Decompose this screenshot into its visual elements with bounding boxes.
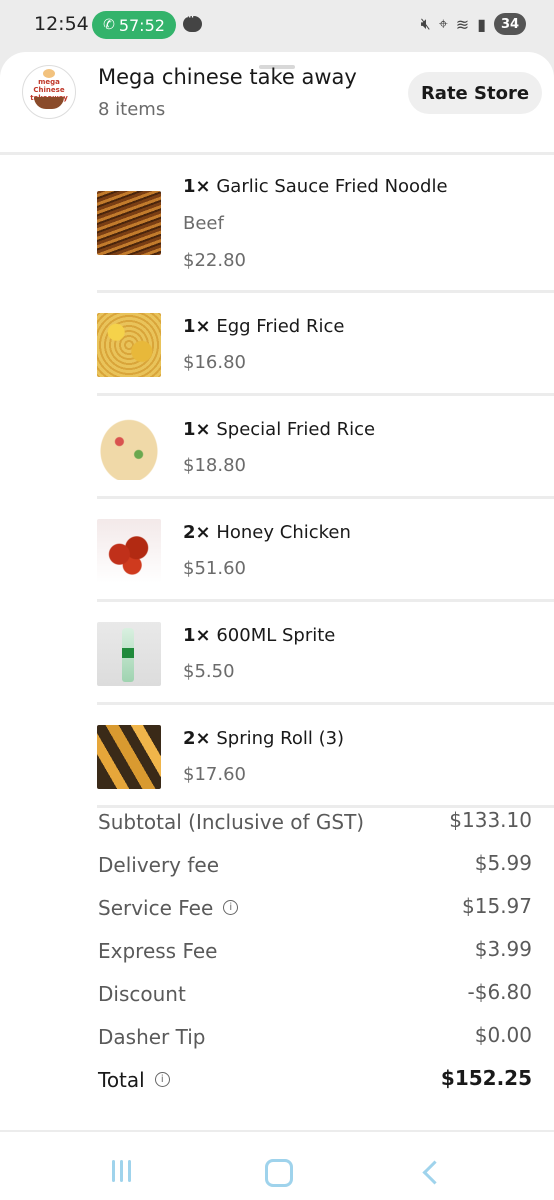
order-receipt-screen: 12:54 ✆ 57:52 🔇︎ ⌖ ≋ ▮ 34 mega Chinese t… — [0, 0, 554, 1200]
delivery-fee-row: Delivery fee $5.99 — [0, 851, 554, 896]
item-name: 1× Egg Fried Rice — [183, 316, 345, 337]
subtotal-row: Subtotal (Inclusive of GST) $133.10 — [0, 808, 554, 853]
total-label: Total i — [98, 1068, 170, 1092]
delivery-fee-label: Delivery fee — [98, 853, 220, 877]
total-value: $152.25 — [440, 1066, 532, 1090]
status-time: 12:54 — [34, 13, 89, 35]
logo-chef-icon — [43, 69, 55, 78]
express-fee-label: Express Fee — [98, 939, 218, 963]
item-name: 2× Spring Roll (3) — [183, 728, 345, 749]
store-name: Mega chinese take away — [98, 65, 357, 89]
order-summary: Subtotal (Inclusive of GST) $133.10 Deli… — [0, 808, 554, 1111]
discount-row: Discount -$6.80 — [0, 980, 554, 1025]
item-image — [97, 416, 161, 480]
item-image — [97, 725, 161, 789]
logo-bowl-icon — [34, 97, 64, 109]
order-item: 1× 600ML Sprite $5.50 — [0, 602, 554, 705]
discount-label: Discount — [98, 982, 186, 1006]
order-items-list: 1× Garlic Sauce Fried Noodle Beef $22.80… — [0, 155, 554, 808]
subtotal-label: Subtotal (Inclusive of GST) — [98, 810, 365, 834]
order-item: 1× Egg Fried Rice $16.80 — [0, 293, 554, 396]
item-image — [97, 519, 161, 583]
recents-icon[interactable] — [112, 1160, 136, 1182]
item-name: 1× Special Fried Rice — [183, 419, 376, 440]
item-option: Beef — [183, 213, 224, 234]
item-name: 1× Garlic Sauce Fried Noodle — [183, 176, 448, 197]
rate-store-button[interactable]: Rate Store — [408, 72, 542, 114]
phone-icon: ✆ — [103, 17, 115, 33]
item-name: 1× 600ML Sprite — [183, 625, 336, 646]
express-fee-value: $3.99 — [474, 937, 532, 961]
store-header: mega Chinese takeaway Mega chinese take … — [0, 52, 554, 155]
service-fee-label: Service Fee i — [98, 896, 239, 920]
location-icon: ⌖ — [438, 14, 448, 33]
order-item: 1× Garlic Sauce Fried Noodle Beef $22.80 — [0, 155, 554, 293]
wifi-icon: ≋ — [455, 14, 470, 34]
status-bar: 12:54 ✆ 57:52 🔇︎ ⌖ ≋ ▮ 34 — [0, 0, 554, 52]
item-price: $51.60 — [183, 558, 246, 579]
ongoing-call-pill[interactable]: ✆ 57:52 — [92, 11, 176, 39]
mute-icon: 🔇︎ — [420, 14, 431, 33]
call-duration: 57:52 — [118, 15, 165, 35]
express-fee-row: Express Fee $3.99 — [0, 937, 554, 982]
item-image — [97, 313, 161, 377]
back-icon[interactable] — [422, 1160, 447, 1185]
service-fee-row: Service Fee i $15.97 — [0, 894, 554, 939]
discount-value: -$6.80 — [467, 980, 532, 1004]
order-item: 2× Spring Roll (3) $17.60 — [0, 705, 554, 808]
battery-icon: 34 — [494, 13, 526, 35]
subtotal-value: $133.10 — [449, 808, 532, 832]
dasher-tip-value: $0.00 — [474, 1023, 532, 1047]
store-item-count: 8 items — [98, 99, 166, 120]
item-image — [97, 622, 161, 686]
store-logo: mega Chinese takeaway — [22, 65, 76, 119]
service-fee-value: $15.97 — [462, 894, 532, 918]
signal-icon: ▮ — [477, 14, 486, 34]
info-icon[interactable]: i — [223, 900, 239, 915]
item-price: $16.80 — [183, 352, 246, 373]
delivery-fee-value: $5.99 — [474, 851, 532, 875]
item-image — [97, 191, 161, 255]
dasher-tip-label: Dasher Tip — [98, 1025, 206, 1049]
item-price: $22.80 — [183, 250, 246, 271]
order-item: 1× Special Fried Rice $18.80 — [0, 396, 554, 499]
item-name: 2× Honey Chicken — [183, 522, 351, 543]
item-price: $18.80 — [183, 455, 246, 476]
message-icon — [183, 10, 202, 32]
dasher-tip-row: Dasher Tip $0.00 — [0, 1023, 554, 1068]
order-item: 2× Honey Chicken $51.60 — [0, 499, 554, 602]
system-nav-bar — [0, 1130, 554, 1200]
total-row: Total i $152.25 — [0, 1066, 554, 1111]
info-icon[interactable]: i — [154, 1072, 170, 1087]
item-price: $17.60 — [183, 764, 246, 785]
system-icons: 🔇︎ ⌖ ≋ ▮ 34 — [421, 13, 526, 35]
home-icon[interactable] — [265, 1159, 293, 1187]
item-price: $5.50 — [183, 661, 235, 682]
order-sheet: mega Chinese takeaway Mega chinese take … — [0, 52, 554, 1130]
